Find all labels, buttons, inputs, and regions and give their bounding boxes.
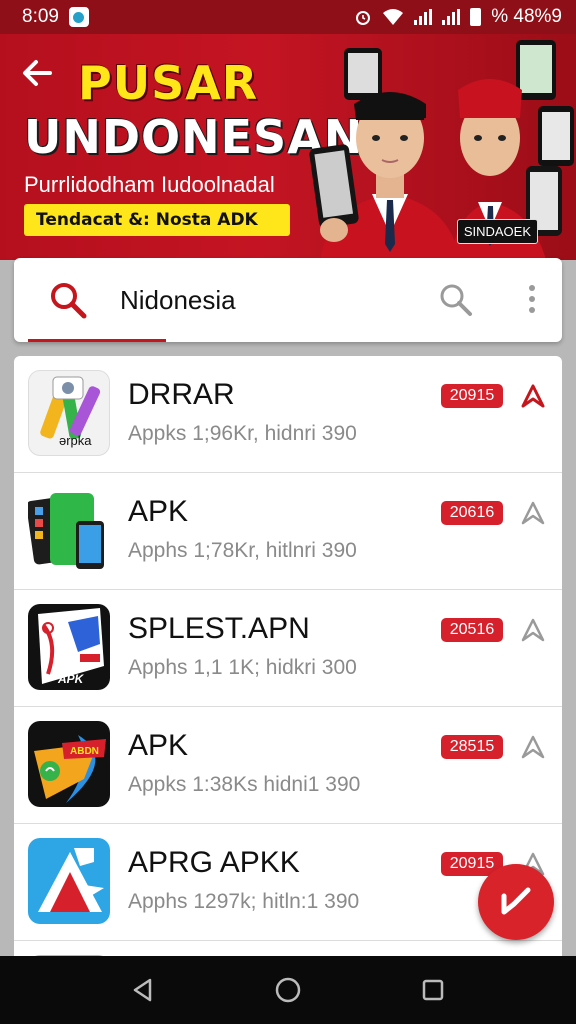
pencil-app-icon: ərpka: [28, 370, 110, 456]
app-name: DRRAR: [128, 378, 235, 411]
signal-icon: [414, 9, 433, 25]
confirm-fab-button[interactable]: [478, 864, 554, 940]
wifi-icon: [383, 9, 404, 25]
banner-subtitle: Purrlidodham Iudoolnadal: [24, 172, 275, 197]
app-meta: Appks 1:38Ks hidni1 390: [128, 773, 361, 796]
check-icon: [501, 887, 531, 915]
app-meta: Appks 1;96Kr, hidnri 390: [128, 422, 357, 445]
battery-text: % 48%9: [491, 6, 562, 27]
recents-square-icon: [423, 979, 444, 1001]
chat-arrow-app-icon: ABDN: [28, 721, 110, 807]
promo-banner[interactable]: PUSAR UNDONESAN Purrlidodham Iudoolnadal…: [0, 34, 576, 260]
bookmark-icon[interactable]: [520, 499, 546, 527]
status-time: 8:09: [22, 6, 59, 27]
banner-title: PUSAR: [78, 56, 259, 110]
app-meta: Apphs 1297k; hitln:1 390: [128, 890, 360, 913]
more-options-icon[interactable]: [522, 282, 542, 318]
list-item[interactable]: ərpka DRRAR Appks 1;96Kr, hidnri 390 209…: [14, 356, 562, 473]
banner-tag: SINDAOEK: [456, 219, 538, 244]
status-bar: 8:09 % 48%9: [0, 0, 576, 34]
back-triangle-icon: [133, 978, 151, 1002]
list-item[interactable]: APRG APKK Apphs 1297k; hitln:1 390 20915: [14, 824, 562, 941]
list-item[interactable]: ABDN APK Appks 1:38Ks hidni1 390 28515: [14, 707, 562, 824]
banner-promo-pill: Tendacat &: Nosta ADK: [24, 204, 290, 236]
phones-app-icon: [28, 487, 110, 573]
app-name: APRG APKK: [128, 846, 300, 879]
bookmark-icon[interactable]: [520, 733, 546, 761]
battery-icon: [470, 8, 482, 26]
mountain-app-icon: [28, 838, 110, 924]
app-meta: Apphs 1,1 1K; hidkri 300: [128, 656, 357, 679]
year-badge: 28515: [441, 735, 503, 759]
list-item[interactable]: APK Apphs 1;78Kr, hitlnri 390 20616: [14, 473, 562, 590]
search-input[interactable]: [120, 278, 420, 322]
system-nav-bar: [0, 956, 576, 1024]
nav-back-button[interactable]: [123, 970, 163, 1010]
search-active-indicator: [28, 339, 166, 342]
search-icon[interactable]: [48, 280, 88, 320]
search-submit-icon[interactable]: [438, 282, 474, 318]
back-button[interactable]: [20, 56, 60, 96]
app-icon-label: ərpka: [59, 433, 92, 448]
alarm-icon: [356, 11, 371, 25]
year-badge: 20616: [441, 501, 503, 525]
app-meta: Apphs 1;78Kr, hitlnri 390: [128, 539, 357, 562]
year-badge: 20516: [441, 618, 503, 642]
bookmark-icon[interactable]: [520, 616, 546, 644]
app-notification-icon: [68, 7, 89, 27]
app-icon-label: ABDN: [70, 746, 99, 757]
home-circle-icon: [275, 977, 301, 1003]
app-list: ərpka DRRAR Appks 1;96Kr, hidnri 390 209…: [14, 356, 562, 976]
search-bar[interactable]: [14, 258, 562, 342]
list-item[interactable]: APK SPLEST.APN Apphs 1,1 1K; hidkri 300 …: [14, 590, 562, 707]
year-badge: 20915: [441, 384, 503, 408]
app-icon-label: APK: [57, 672, 85, 686]
apk-book-app-icon: APK: [28, 604, 110, 690]
signal-icon: [442, 9, 461, 25]
bookmark-icon[interactable]: [520, 382, 546, 410]
back-arrow-icon: [23, 60, 52, 86]
app-name: APK: [128, 495, 189, 528]
nav-home-button[interactable]: [268, 970, 308, 1010]
nav-recents-button[interactable]: [413, 970, 453, 1010]
app-name: SPLEST.APN: [128, 612, 310, 645]
app-name: APK: [128, 729, 189, 762]
